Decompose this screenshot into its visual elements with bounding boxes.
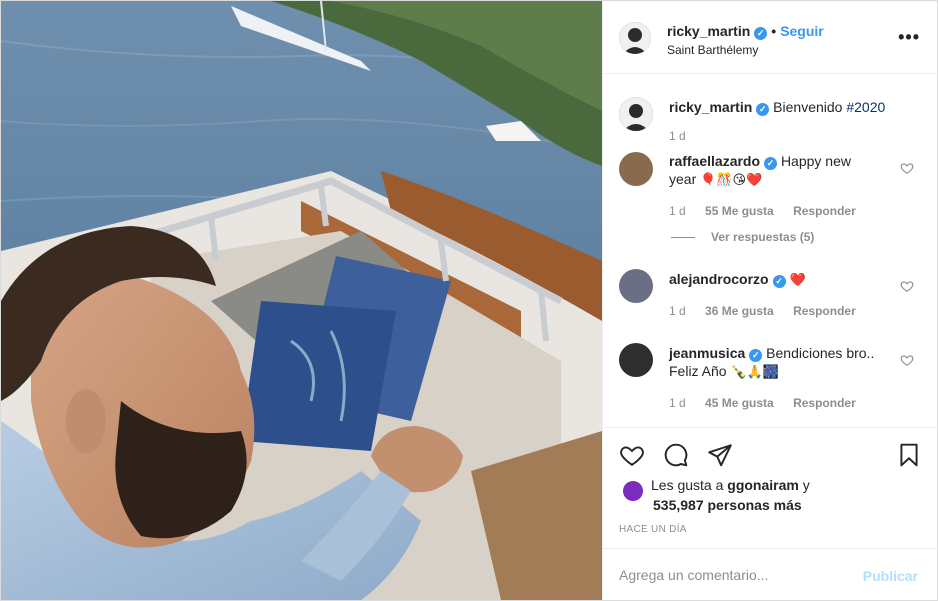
reply-button[interactable]: Responder [793,204,856,218]
verified-badge-icon: ✓ [772,275,786,288]
verified-badge-icon: ✓ [764,157,778,170]
comment-like-heart-icon[interactable] [900,353,914,367]
replies-divider [671,237,695,239]
follow-button[interactable]: Seguir [780,23,824,39]
caption-age[interactable]: 1 d [669,129,686,143]
separator-dot: • [771,23,777,39]
caption-avatar[interactable] [619,97,653,131]
verified-badge-icon: ✓ [754,27,768,40]
post-modal: ricky_martin ✓ • Seguir Saint Barthélemy ••… [0,0,938,601]
comment-likes[interactable]: 36 Me gusta [705,304,774,318]
comment-text: Happy new [780,153,851,169]
post-photo[interactable] [1,1,602,600]
post-side-panel: ricky_martin ✓ • Seguir Saint Barthélemy ••… [602,1,937,600]
comment-likes[interactable]: 55 Me gusta [705,204,774,218]
comment-age[interactable]: 1 d [669,396,686,410]
reply-button[interactable]: Responder [793,396,856,410]
comment-text-line2: Feliz Año [669,363,727,379]
likes-suffix: y [802,477,810,493]
comment-like-heart-icon[interactable] [900,161,914,175]
publish-button[interactable]: Publicar [863,568,918,584]
author-username[interactable]: ricky_martin [667,23,750,39]
comment-username[interactable]: jeanmusica [669,345,745,361]
caption-hashtag[interactable]: #2020 [846,99,885,115]
liker-avatar[interactable] [623,481,643,501]
commenter-avatar[interactable] [619,269,653,303]
comment-username[interactable]: raffaellazardo [669,153,760,169]
paper-plane-icon[interactable] [707,442,733,468]
commenter-avatar[interactable] [619,343,653,377]
post-location[interactable]: Saint Barthélemy [667,43,758,57]
likes-prefix: Les gusta a [651,477,724,493]
verified-badge-icon: ✓ [749,349,763,362]
post-timestamp[interactable]: HACE UN DÍA [619,524,687,535]
comment-emoji: ❤️ [789,273,806,288]
comment-emoji: 🍾🙏🎆 [730,365,780,380]
commenter-avatar[interactable] [619,152,653,186]
view-replies-label: Ver respuestas (5) [711,230,815,244]
heart-icon[interactable] [619,442,645,468]
view-replies-button[interactable]: Ver respuestas (5) [671,230,814,244]
add-comment-bar: Publicar [603,548,937,600]
yacht-photo-illustration [1,1,602,600]
likes-count[interactable]: 535,987 personas más [653,495,802,515]
caption-text: Bienvenido [773,99,843,115]
comment-like-heart-icon[interactable] [900,279,914,293]
comment-username[interactable]: alejandrocorzo [669,271,769,287]
bookmark-icon[interactable] [896,442,922,468]
comment-emoji: 🎈🎊😘❤️ [700,173,763,188]
comment-age[interactable]: 1 d [669,304,686,318]
author-avatar[interactable] [619,22,651,54]
liker-username[interactable]: ggonairam [727,477,799,493]
reply-button[interactable]: Responder [793,304,856,318]
comment-text: Bendiciones bro.. [766,345,875,361]
action-bar [603,427,937,479]
post-header: ricky_martin ✓ • Seguir Saint Barthélemy ••… [603,1,937,74]
comment-age[interactable]: 1 d [669,204,686,218]
comment-likes[interactable]: 45 Me gusta [705,396,774,410]
caption-username[interactable]: ricky_martin [669,99,752,115]
more-options-icon[interactable]: ••• [898,27,920,48]
verified-badge-icon: ✓ [756,103,770,116]
comment-text-line2: year [669,171,697,187]
comment-input[interactable] [619,563,839,587]
comment-bubble-icon[interactable] [663,442,689,468]
